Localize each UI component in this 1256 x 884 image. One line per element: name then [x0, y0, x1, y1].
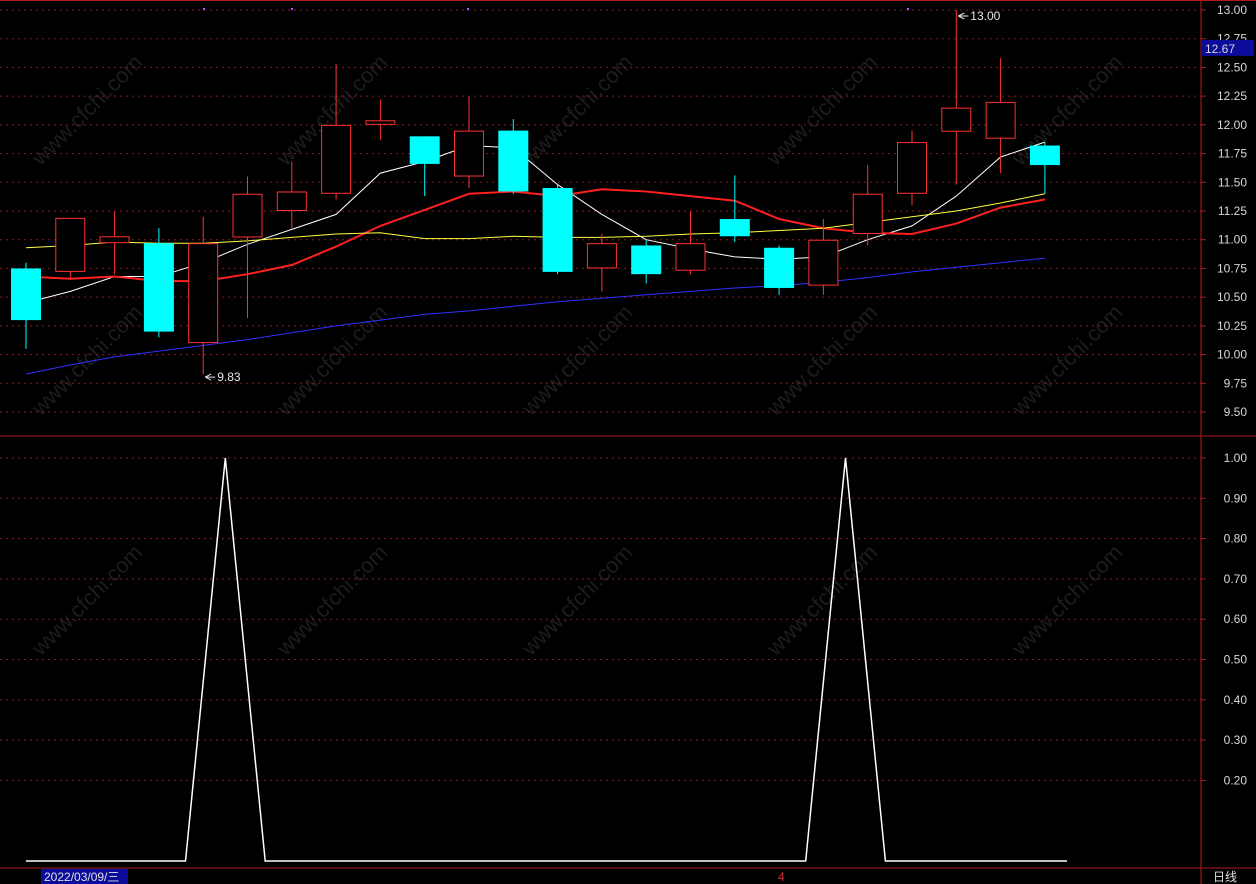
current-price-label: 12.67: [1205, 42, 1235, 56]
chart-frame: [0, 0, 1256, 884]
axis-tick-label: 1.00: [1224, 451, 1248, 465]
candle-body: [764, 247, 795, 288]
signal-dot: [907, 8, 909, 10]
axis-tick-label: 9.75: [1224, 376, 1248, 390]
axis-tick-label: 10.00: [1217, 348, 1247, 362]
candlestick-series: [11, 10, 1060, 375]
candle-body: [55, 217, 86, 272]
watermark-text: www.cfchi.com: [271, 300, 392, 421]
candle-body: [11, 268, 41, 321]
candle-body: [941, 107, 972, 132]
axis-tick-label: 9.50: [1224, 405, 1248, 419]
axis-tick-label: 13.00: [1217, 3, 1247, 17]
axis-tick-label: 11.00: [1218, 233, 1247, 247]
high-arrow: [958, 12, 969, 20]
watermark-text: www.cfchi.com: [1006, 540, 1127, 661]
axis-tick-label: 10.75: [1217, 261, 1247, 275]
watermark-text: www.cfchi.com: [516, 300, 637, 421]
axis-tick-label: 0.80: [1224, 532, 1248, 546]
axis-tick-label: 10.25: [1217, 319, 1247, 333]
price-axis: 13.0012.7512.5012.2512.0011.7511.5011.25…: [1201, 3, 1254, 787]
axis-tick-label: 0.60: [1224, 612, 1248, 626]
candle-body: [542, 188, 573, 272]
signal-dot: [203, 8, 205, 10]
axis-tick-label: 11.50: [1218, 175, 1247, 189]
candle-body: [232, 193, 263, 238]
candle-body: [409, 136, 440, 164]
axis-tick-label: 11.25: [1218, 204, 1247, 218]
axis-tick-label: 0.40: [1224, 693, 1248, 707]
candle-body: [365, 120, 396, 125]
watermark-text: www.cfchi.com: [26, 540, 147, 661]
high-annotation: 13.00: [970, 9, 1000, 23]
candle-body: [985, 101, 1016, 139]
candle-body: [631, 245, 662, 275]
watermark-text: www.cfchi.com: [26, 300, 147, 421]
axis-tick-label: 0.50: [1224, 653, 1248, 667]
candle-body: [1029, 145, 1060, 166]
axis-tick-label: 10.50: [1217, 290, 1247, 304]
candle-body: [99, 236, 130, 244]
watermark-text: www.cfchi.com: [516, 540, 637, 661]
ma-line: [25, 188, 1046, 283]
watermark-text: www.cfchi.com: [1006, 300, 1127, 421]
month-marker: 4: [778, 870, 785, 884]
candle-body: [808, 239, 839, 286]
candle-body: [498, 130, 529, 192]
low-arrow: [204, 373, 216, 381]
candle-body: [321, 124, 352, 194]
axis-tick-label: 12.50: [1217, 60, 1247, 74]
signal-dot: [291, 8, 293, 10]
watermark-text: www.cfchi.com: [26, 50, 147, 171]
candle-body: [454, 130, 484, 177]
axis-tick-label: 12.00: [1217, 118, 1247, 132]
candle-body: [586, 243, 617, 269]
watermark-text: www.cfchi.com: [271, 540, 392, 661]
watermark-layer: www.cfchi.com www.cfchi.com www.cfchi.com w…: [26, 50, 1127, 661]
bottom-bar: 2022/03/09/三 4 日线: [41, 869, 1237, 884]
period-label[interactable]: 日线: [1213, 870, 1237, 884]
candle-body: [897, 142, 927, 194]
axis-tick-label: 12.25: [1217, 89, 1247, 103]
candle-body: [276, 191, 307, 212]
axis-tick-label: 0.20: [1224, 773, 1248, 787]
axis-tick-label: 0.90: [1224, 491, 1248, 505]
chart-canvas: www.cfchi.com www.cfchi.com www.cfchi.com w…: [0, 0, 1256, 884]
axis-tick-label: 0.70: [1224, 572, 1248, 586]
watermark-text: www.cfchi.com: [761, 300, 882, 421]
watermark-text: www.cfchi.com: [1006, 50, 1127, 171]
candle-body: [675, 243, 706, 271]
ma-line: [25, 141, 1046, 304]
candle-body: [143, 243, 174, 332]
axis-tick-label: 0.30: [1224, 733, 1248, 747]
candle-body: [719, 219, 750, 237]
signal-dot: [467, 8, 469, 10]
moving-average-lines: [25, 141, 1046, 375]
candle-body: [852, 193, 883, 234]
axis-tick-label: 11.75: [1218, 147, 1247, 161]
low-annotation: 9.83: [217, 370, 241, 384]
date-label: 2022/03/09/三: [44, 870, 119, 884]
candle-body: [188, 243, 219, 344]
ma-line: [25, 257, 1045, 375]
